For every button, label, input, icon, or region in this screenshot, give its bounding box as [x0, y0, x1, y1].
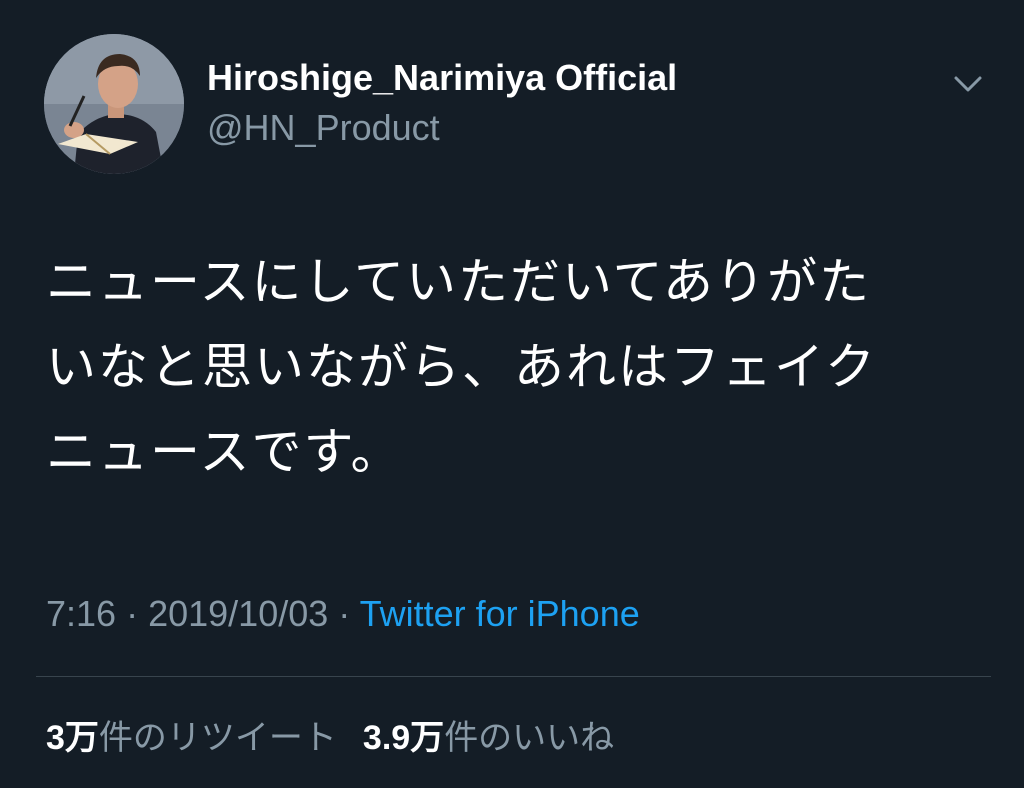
avatar[interactable]: [44, 34, 184, 174]
retweet-count: 3万: [46, 719, 99, 757]
retweet-label: 件のリツイート: [98, 719, 337, 757]
tweet-text: ニュースにしていただいてありがた いなと思いながら、あれはフェイク ニュースです…: [46, 240, 976, 495]
like-count: 3.9万: [362, 719, 445, 757]
tweet-meta: 7:16 · 2019/10/03 · Twitter for iPhone: [46, 592, 640, 636]
chevron-down-icon[interactable]: [950, 66, 986, 102]
tweet-card: Hiroshige_Narimiya Official @HN_Product …: [0, 0, 1024, 788]
user-handle[interactable]: @HN_Product: [207, 106, 440, 150]
tweet-text-line: ニュースです。: [46, 424, 403, 480]
tweet-text-line: ニュースにしていただいてありがた: [46, 254, 871, 310]
divider: [36, 676, 991, 677]
profile-photo-icon: [44, 34, 184, 174]
retweets-stat[interactable]: 3万件のリツイート: [46, 716, 337, 760]
tweet-time: 7:16: [46, 593, 117, 634]
tweet-text-line: いなと思いながら、あれはフェイク: [46, 339, 877, 395]
display-name[interactable]: Hiroshige_Narimiya Official: [207, 56, 677, 100]
likes-stat[interactable]: 3.9万件のいいね: [363, 716, 614, 760]
tweet-source-link[interactable]: Twitter for iPhone: [360, 593, 640, 634]
meta-separator: ·: [328, 593, 360, 634]
tweet-date: 2019/10/03: [148, 593, 329, 634]
tweet-stats: 3万件のリツイート 3.9万件のいいね: [46, 716, 614, 760]
like-label: 件のいいね: [444, 719, 615, 757]
meta-separator: ·: [116, 593, 149, 634]
